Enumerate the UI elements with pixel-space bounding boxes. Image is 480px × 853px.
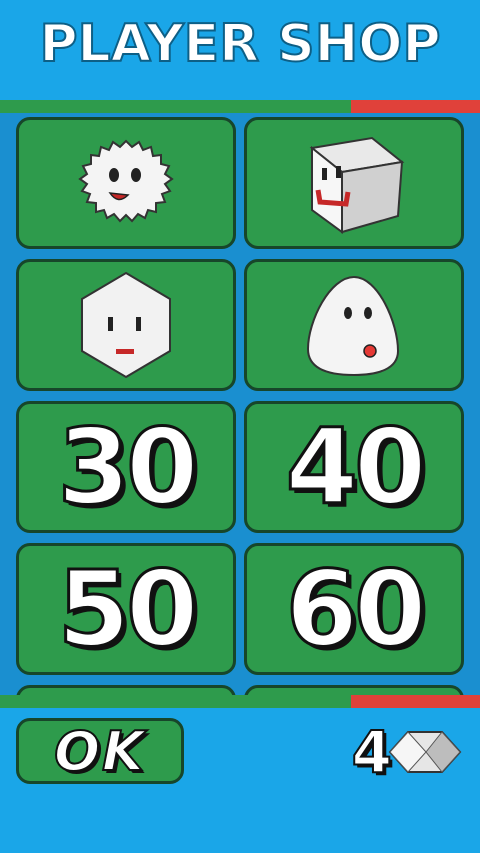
price-label: 60 — [284, 547, 428, 672]
hexagon-character-icon — [81, 271, 171, 379]
page-title: PLAYER SHOP — [38, 13, 441, 75]
price-label: 40 — [284, 405, 428, 530]
shop-item-price-50[interactable]: 50 — [16, 543, 236, 675]
cube-character-icon — [309, 136, 405, 234]
shop-grid[interactable]: 30 40 50 60 — [0, 113, 480, 695]
diamond-icon — [388, 731, 462, 773]
currency-counter: 4 — [351, 717, 464, 787]
ok-button[interactable]: OK — [16, 718, 184, 784]
shop-item-price-60[interactable]: 60 — [244, 543, 464, 675]
header: PLAYER SHOP — [0, 0, 480, 100]
price-label: 50 — [56, 547, 200, 672]
top-progress-bar — [0, 100, 480, 113]
shop-item-hexagon[interactable] — [16, 259, 236, 391]
shop-item-price-30[interactable]: 30 — [16, 401, 236, 533]
shop-item-egg-blob[interactable] — [244, 259, 464, 391]
ok-label: OK — [53, 719, 146, 784]
shop-item-price-40[interactable]: 40 — [244, 401, 464, 533]
shop-item-partial[interactable] — [16, 685, 236, 695]
shop-item-cube[interactable] — [244, 117, 464, 249]
bottom-progress-bar — [0, 695, 480, 708]
fluffy-ball-character-icon — [78, 139, 174, 223]
shop-item-partial[interactable] — [244, 685, 464, 695]
shop-item-fluffy-ball[interactable] — [16, 117, 236, 249]
egg-blob-character-icon — [306, 275, 400, 377]
price-label: 30 — [56, 405, 200, 530]
